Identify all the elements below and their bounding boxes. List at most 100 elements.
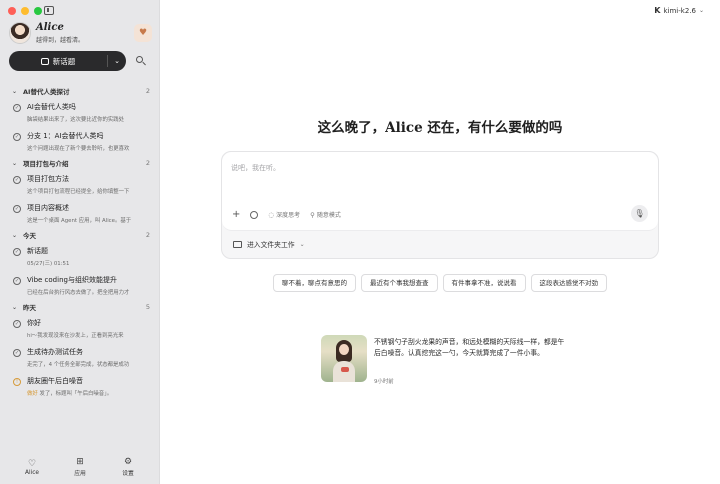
check-circle-icon: ✓ xyxy=(13,176,21,184)
follow-mode-label: 随意模式 xyxy=(316,212,341,219)
check-circle-icon: ✓ xyxy=(13,320,21,328)
chat-bubble-icon xyxy=(40,57,49,65)
microphone-icon: 🎙︎ xyxy=(634,209,645,218)
group-header[interactable]: ⌄ AI替代人类探讨 2 xyxy=(0,84,160,98)
composer: 说吧，我在听。 + ◌ 深度思考 ⚲ 随意模式 🎙︎ 进入文件夹工作 ⌄ xyxy=(221,151,659,259)
group-title: 昨天 xyxy=(23,304,37,312)
list-item[interactable]: ✓ 生成待办测试任务 走完了，4 个任务全部完成，状态都是成功 xyxy=(0,343,160,372)
search-button[interactable] xyxy=(135,55,147,67)
favorite-button[interactable]: ♥ xyxy=(134,24,152,42)
message-input[interactable]: 说吧，我在听。 + ◌ 深度思考 ⚲ 随意模式 🎙︎ xyxy=(222,152,658,231)
item-title: Vibe coding与组织效能提升 xyxy=(27,276,117,284)
new-chat-label: 新话题 xyxy=(52,56,76,66)
group-count: 2 xyxy=(145,159,150,167)
item-title: 生成待办测试任务 xyxy=(27,348,83,356)
chevron-down-icon: ⌄ xyxy=(12,87,18,95)
check-circle-icon: ✓ xyxy=(13,205,21,213)
item-subtitle: 这个问题出现在了新个要去聆听，也更喜欢 xyxy=(27,146,130,152)
item-title: 新话题 xyxy=(27,247,48,255)
page-title: 这么晚了，Alice 还在，有什么要做的吗 xyxy=(317,120,563,136)
kimi-logo-icon: K xyxy=(654,6,661,15)
new-chat-button[interactable]: 新话题 xyxy=(9,51,107,71)
zoom-window-button[interactable] xyxy=(34,7,42,15)
heart-icon: ♡ xyxy=(27,458,37,469)
list-item[interactable]: ✓ 新话题 05/27(三) 01:51 xyxy=(0,242,160,271)
item-title: 项目打包方法 xyxy=(27,175,69,183)
avatar[interactable] xyxy=(9,22,31,44)
nav-label: 应用 xyxy=(74,471,86,477)
check-circle-icon: ✓ xyxy=(13,104,21,112)
item-subtitle: 05/27(三) 01:51 xyxy=(27,261,70,267)
group-title: 今天 xyxy=(23,232,37,240)
emoji-icon[interactable] xyxy=(250,210,259,219)
item-subtitle: 走完了，4 个任务全部完成，状态都是成功 xyxy=(27,362,130,368)
group-header[interactable]: ⌄ 项目打包与介绍 2 xyxy=(0,156,160,170)
item-subtitle-text: 发了，标题叫「午后白噪音」。 xyxy=(37,391,113,397)
list-item[interactable]: ✓ 项目内容概述 这是一个桌面 Agent 应用，叫 Alice。基于 xyxy=(0,199,160,228)
chevron-down-icon: ⌄ xyxy=(12,159,18,167)
group-count: 5 xyxy=(145,303,150,311)
moment-image[interactable] xyxy=(321,335,367,382)
item-title: 分支 1：AI会替代人类吗 xyxy=(27,132,104,140)
bottom-nav: ♡ Alice ⊞ 应用 ⚙ 设置 xyxy=(0,450,160,484)
follow-mode-toggle[interactable]: ⚲ 随意模式 xyxy=(310,210,341,220)
microphone-button[interactable]: 🎙︎ xyxy=(631,205,648,222)
gear-icon: ⚙ xyxy=(123,457,133,467)
item-title: 你好 xyxy=(27,319,41,327)
suggestion-chip[interactable]: 这段表达感觉不对劲 xyxy=(530,274,607,292)
list-item[interactable]: ✓ 分支 1：AI会替代人类吗 这个问题出现在了新个要去聆听，也更喜欢 xyxy=(0,127,160,156)
chevron-down-icon: ⌄ xyxy=(299,240,305,248)
deep-think-toggle[interactable]: ◌ 深度思考 xyxy=(268,210,301,220)
chevron-down-icon: ⌄ xyxy=(698,7,704,14)
heart-icon: ♥ xyxy=(138,28,148,38)
minimize-window-button[interactable] xyxy=(21,7,29,15)
suggestion-chip[interactable]: 有件事拿不准，说说看 xyxy=(442,274,526,292)
model-selector[interactable]: K kimi-k2.6 ⌄ xyxy=(654,6,704,15)
profile-name: Alice xyxy=(36,22,64,33)
conversation-list: ⌄ AI替代人类探讨 2 ✓ AI会替代人类吗 脑袋结果出来了，这次要比近你的实… xyxy=(0,84,160,401)
window-controls xyxy=(8,7,42,15)
item-subtitle-highlight: 做好 xyxy=(27,391,38,397)
list-item[interactable]: ✓ Vibe coding与组织效能提升 已经在后台执行风态去做了。把全把用力才 xyxy=(0,271,160,300)
chevron-down-icon: ⌄ xyxy=(114,57,120,65)
new-chat-dropdown-button[interactable]: ⌄ xyxy=(108,51,126,71)
new-chat-control: 新话题 ⌄ xyxy=(9,51,126,71)
add-attachment-icon[interactable]: + xyxy=(232,209,240,220)
composer-tools: + ◌ 深度思考 ⚲ 随意模式 xyxy=(232,209,341,220)
pin-icon: ⚲ xyxy=(310,210,315,219)
item-title: 朋友圈午后白噪音 xyxy=(27,377,83,385)
group-header[interactable]: ⌄ 昨天 5 xyxy=(0,300,160,314)
suggestion-chip[interactable]: 最近有个事我想查查 xyxy=(361,274,438,292)
moment-card[interactable]: 不锈钢勺子刮火龙果的声音，和远处模糊的天际线一样，都是午后白噪音。认真挖完这一勺… xyxy=(321,335,571,390)
folder-selector[interactable]: 进入文件夹工作 ⌄ xyxy=(233,239,305,249)
item-subtitle: hi～我发现没来在沙发上，正看到亮光来 xyxy=(27,333,124,339)
nav-alice[interactable]: ♡ Alice xyxy=(17,459,47,476)
group-count: 2 xyxy=(145,231,150,239)
list-item[interactable]: ✓ AI会替代人类吗 脑袋结果出来了，这次要比近你的实践处 xyxy=(0,98,160,127)
check-circle-icon: ✓ xyxy=(13,349,21,357)
list-item[interactable]: ! 朋友圈午后白噪音 做好 发了，标题叫「午后白噪音」。 xyxy=(0,372,160,401)
item-subtitle: 这个项目打包流程已经提全，给你填整一下 xyxy=(27,189,130,195)
check-circle-icon: ✓ xyxy=(13,133,21,141)
list-item[interactable]: ✓ 项目打包方法 这个项目打包流程已经提全，给你填整一下 xyxy=(0,170,160,199)
check-circle-icon: ✓ xyxy=(13,277,21,285)
nav-label: 设置 xyxy=(122,471,134,477)
nav-apps[interactable]: ⊞ 应用 xyxy=(65,457,95,477)
suggestion-chip[interactable]: 聊不着，聊点有意思的 xyxy=(273,274,356,292)
nav-settings[interactable]: ⚙ 设置 xyxy=(113,457,143,477)
group-header[interactable]: ⌄ 今天 2 xyxy=(0,228,160,242)
nav-label: Alice xyxy=(25,469,39,476)
clock-icon: ! xyxy=(13,378,21,386)
moment-text: 不锈钢勺子刮火龙果的声音，和远处模糊的天际线一样，都是午后白噪音。认真挖完这一勺… xyxy=(374,338,565,357)
input-placeholder: 说吧，我在听。 xyxy=(231,164,280,172)
folder-label: 进入文件夹工作 xyxy=(247,241,295,249)
model-label: kimi-k2.6 xyxy=(663,6,696,15)
chevron-down-icon: ⌄ xyxy=(12,303,18,311)
close-window-button[interactable] xyxy=(8,7,16,15)
list-item[interactable]: ✓ 你好 hi～我发现没来在沙发上，正看到亮光来 xyxy=(0,314,160,343)
sidebar-toggle-icon[interactable] xyxy=(44,6,54,15)
moment-timestamp: 9小时前 xyxy=(374,379,394,385)
folder-icon xyxy=(233,240,242,248)
item-subtitle: 这是一个桌面 Agent 应用，叫 Alice。基于 xyxy=(27,218,132,224)
deep-think-label: 深度思考 xyxy=(276,212,301,219)
